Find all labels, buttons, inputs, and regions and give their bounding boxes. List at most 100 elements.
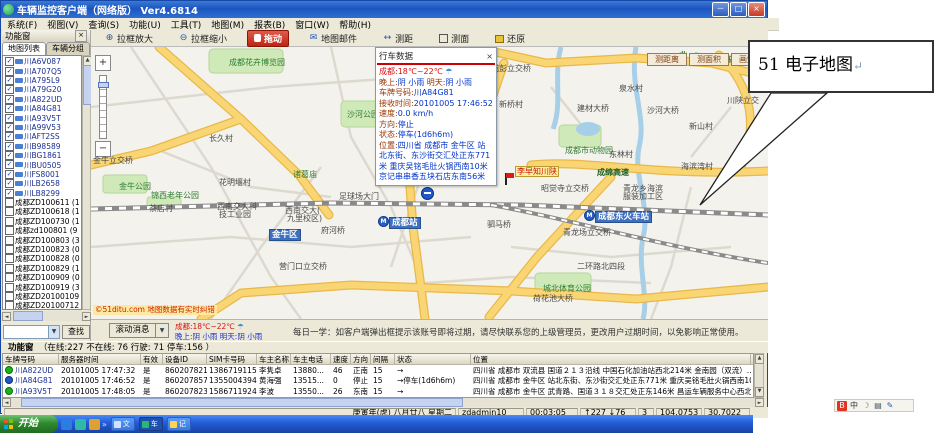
vehicle-list-vscrollbar[interactable]: ▲ bbox=[82, 55, 91, 310]
toolbar-button-zoom-out[interactable]: ⊖拉框缩小 bbox=[173, 31, 233, 46]
column-header-车主电话[interactable]: 车主电话 bbox=[291, 354, 331, 365]
column-header-状态[interactable]: 状态 bbox=[395, 354, 471, 365]
scroll-down-icon[interactable]: ▼ bbox=[755, 387, 764, 397]
scroll-right-icon[interactable]: ► bbox=[82, 312, 91, 321]
menu-item-u[interactable]: 功能(U) bbox=[129, 18, 161, 31]
map-tool-button-1[interactable]: 测面积 bbox=[689, 53, 729, 66]
close-button[interactable]: × bbox=[748, 2, 765, 17]
maximize-button[interactable]: □ bbox=[730, 2, 747, 17]
chevron-down-icon[interactable]: ▼ bbox=[48, 326, 59, 338]
column-header-服务器时间[interactable]: 服务器时间 bbox=[59, 354, 141, 365]
popup-close-icon[interactable]: × bbox=[486, 52, 493, 61]
vehicle-marker-stopped[interactable] bbox=[421, 187, 434, 200]
checkbox-checked-icon[interactable]: ✓ bbox=[5, 170, 14, 179]
checkbox-checked-icon[interactable]: ✓ bbox=[5, 123, 14, 132]
column-header-有效[interactable]: 有效 bbox=[141, 354, 163, 365]
checkbox-unchecked-icon[interactable] bbox=[5, 245, 14, 254]
checkbox-unchecked-icon[interactable] bbox=[5, 198, 14, 207]
menu-item-s[interactable]: 查询(S) bbox=[88, 18, 119, 31]
list-item[interactable]: 成都ZD20100712 bbox=[5, 301, 81, 310]
moon-icon[interactable]: ☽ bbox=[861, 401, 871, 411]
column-header-速度[interactable]: 速度 bbox=[331, 354, 351, 365]
chevron-down-icon[interactable]: ▼ bbox=[155, 324, 168, 337]
checkbox-unchecked-icon[interactable] bbox=[5, 207, 14, 216]
checkbox-checked-icon[interactable]: ✓ bbox=[5, 95, 14, 104]
checkbox-unchecked-icon[interactable] bbox=[5, 292, 14, 301]
scroll-thumb[interactable] bbox=[13, 311, 43, 321]
checkbox-checked-icon[interactable]: ✓ bbox=[5, 67, 14, 76]
column-header-车主名称[interactable]: 车主名称 bbox=[257, 354, 291, 365]
quick-launch-ie-icon[interactable] bbox=[61, 419, 72, 430]
task-button-1[interactable]: 车 bbox=[139, 417, 163, 431]
checkbox-unchecked-icon[interactable] bbox=[5, 236, 14, 245]
title-bar[interactable]: 车辆监控客户端（网络版） Ver4.6814 － □ × bbox=[1, 1, 767, 18]
tab-vehicle-groups[interactable]: 车辆分组 bbox=[46, 42, 90, 55]
checkbox-unchecked-icon[interactable] bbox=[5, 273, 14, 282]
checkbox-unchecked-icon[interactable] bbox=[5, 283, 14, 292]
table-row[interactable]: 川A84G8120101005 17:46:52是860207857413550… bbox=[3, 376, 753, 387]
toolbar-button-zoom-in[interactable]: ⊕拉框放大 bbox=[99, 31, 159, 46]
checkbox-unchecked-icon[interactable] bbox=[5, 254, 14, 263]
table-row[interactable]: 川A822UD20101005 17:47:32是860207821813867… bbox=[3, 365, 753, 376]
checkbox-checked-icon[interactable]: ✓ bbox=[5, 179, 14, 188]
table-row[interactable]: 川A93V5T20101005 17:48:05是860207823015867… bbox=[3, 386, 753, 397]
map-zoom-slider[interactable] bbox=[99, 75, 107, 139]
toolbar-button-hand[interactable]: 拖动 bbox=[247, 30, 289, 47]
map-zoom-out-button[interactable]: − bbox=[95, 141, 111, 157]
map-tool-button-0[interactable]: 测距离 bbox=[647, 53, 687, 66]
minimize-button[interactable]: － bbox=[712, 2, 729, 17]
checkbox-unchecked-icon[interactable] bbox=[5, 264, 14, 273]
flag-marker-icon[interactable] bbox=[505, 173, 514, 185]
checkbox-checked-icon[interactable]: ✓ bbox=[5, 76, 14, 85]
checkbox-checked-icon[interactable]: ✓ bbox=[5, 142, 14, 151]
checkbox-checked-icon[interactable]: ✓ bbox=[5, 114, 14, 123]
checkbox-unchecked-icon[interactable] bbox=[5, 301, 14, 310]
keyboard-icon[interactable]: ▤ bbox=[873, 401, 883, 411]
toolbar-button-lock[interactable]: 还原 bbox=[489, 31, 531, 46]
menu-item-m[interactable]: 地图(M) bbox=[211, 18, 244, 31]
checkbox-unchecked-icon[interactable] bbox=[5, 226, 14, 235]
table-hscrollbar[interactable]: ◄ ► bbox=[2, 398, 764, 407]
column-header-设备ID[interactable]: 设备ID bbox=[163, 354, 207, 365]
scroll-left-icon[interactable]: ◄ bbox=[2, 312, 11, 321]
column-header-间隔[interactable]: 间隔 bbox=[371, 354, 395, 365]
vehicle-search-combobox[interactable]: ▼ bbox=[3, 325, 60, 339]
column-header-方向[interactable]: 方向 bbox=[351, 354, 371, 365]
scroll-thumb[interactable] bbox=[21, 398, 463, 407]
checkbox-checked-icon[interactable]: ✓ bbox=[5, 57, 14, 66]
checkbox-checked-icon[interactable]: ✓ bbox=[5, 132, 14, 141]
find-button[interactable]: 查找 bbox=[62, 325, 90, 339]
quick-launch-folder-icon[interactable] bbox=[89, 419, 100, 430]
column-header-车牌号码[interactable]: 车牌号码 bbox=[3, 354, 59, 365]
checkbox-checked-icon[interactable]: ✓ bbox=[5, 104, 14, 113]
menu-item-f[interactable]: 系统(F) bbox=[7, 18, 37, 31]
menu-item-b[interactable]: 报表(B) bbox=[254, 18, 285, 31]
map-canvas[interactable]: + − 成都花卉博览园成彭立交桥北 三 环 路 二 段长久桥泉水村新桥村建材大桥… bbox=[91, 47, 768, 319]
checkbox-checked-icon[interactable]: ✓ bbox=[5, 151, 14, 160]
checkbox-checked-icon[interactable]: ✓ bbox=[5, 189, 14, 198]
toolbar-button-ruler[interactable]: ↔测距 bbox=[377, 31, 419, 46]
menu-item-w[interactable]: 窗口(W) bbox=[295, 18, 329, 31]
tools-icon[interactable]: ✎ bbox=[885, 401, 895, 411]
task-button-2[interactable]: 记 bbox=[167, 417, 191, 431]
ime-icon[interactable]: B bbox=[837, 401, 847, 411]
map-zoom-slider-thumb[interactable] bbox=[98, 82, 109, 88]
menu-item-t[interactable]: 工具(T) bbox=[171, 18, 202, 31]
column-header-位置[interactable]: 位置 bbox=[471, 354, 751, 365]
quick-launch-player-icon[interactable] bbox=[75, 419, 86, 430]
table-vscrollbar[interactable]: ▲ ▼ bbox=[754, 353, 764, 398]
checkbox-checked-icon[interactable]: ✓ bbox=[5, 160, 14, 169]
scroll-message-button[interactable]: 滚动消息 ▼ bbox=[109, 323, 169, 338]
scroll-up-icon[interactable]: ▲ bbox=[755, 354, 764, 364]
checkbox-unchecked-icon[interactable] bbox=[5, 217, 14, 226]
scroll-right-icon[interactable]: ► bbox=[755, 398, 764, 407]
start-button[interactable]: 开始 bbox=[0, 415, 58, 433]
tab-map-list[interactable]: 地图列表 bbox=[2, 42, 46, 55]
checkbox-checked-icon[interactable]: ✓ bbox=[5, 85, 14, 94]
menu-item-v[interactable]: 视图(V) bbox=[47, 18, 78, 31]
toolbar-button-mail[interactable]: ✉地图邮件 bbox=[303, 31, 363, 46]
sidebar-close-icon[interactable]: × bbox=[75, 30, 87, 42]
flag-marker-label[interactable]: 李早知川陕 bbox=[515, 166, 559, 177]
task-button-0[interactable]: 文 bbox=[111, 417, 135, 431]
column-header-SIM卡号码[interactable]: SIM卡号码 bbox=[207, 354, 257, 365]
